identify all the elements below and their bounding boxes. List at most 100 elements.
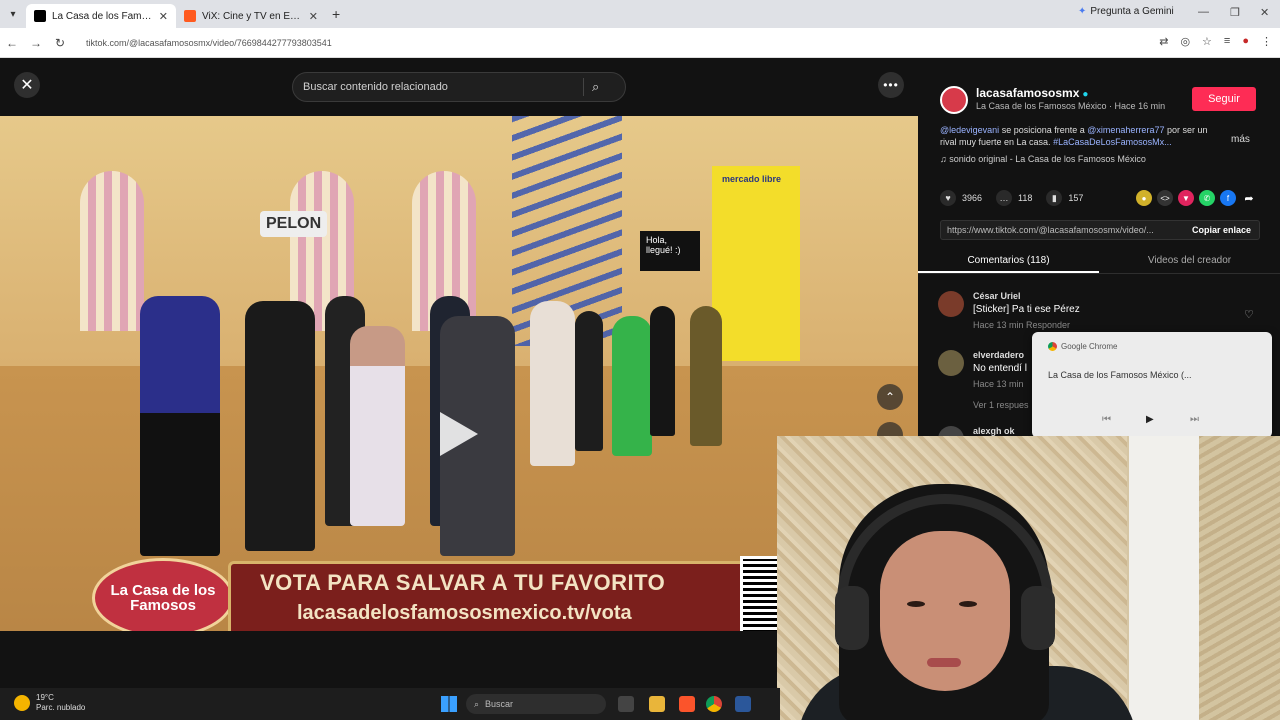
qr-code <box>740 556 780 631</box>
sponsor-board <box>712 166 800 361</box>
windows-start-icon[interactable] <box>441 696 457 712</box>
popup-app-name: Google Chrome <box>1061 342 1118 351</box>
translate-icon[interactable]: ⇄ <box>1159 35 1168 48</box>
more-options-button[interactable]: ••• <box>878 72 904 98</box>
contestant <box>140 296 220 556</box>
close-tab-icon[interactable]: ✕ <box>159 10 168 23</box>
send-icon[interactable]: ▼ <box>1178 190 1194 206</box>
commenter-name[interactable]: elverdadero <box>973 350 1024 360</box>
heart-icon[interactable]: ♥ <box>940 190 956 206</box>
gemini-button[interactable]: ✦ Pregunta a Gemini <box>1078 6 1174 17</box>
whatsapp-icon[interactable]: ✆ <box>1199 190 1215 206</box>
file-explorer-icon[interactable] <box>649 696 665 712</box>
back-icon[interactable]: ← <box>0 36 24 50</box>
commenter-name[interactable]: alexgh ok <box>973 426 1015 436</box>
menu-icon[interactable]: ⋮ <box>1261 35 1272 48</box>
pelon-sign: PELON <box>260 211 328 237</box>
facebook-icon[interactable]: f <box>1220 190 1236 206</box>
weather-condition: Parc. nublado <box>36 703 86 712</box>
search-icon[interactable]: ⌕ <box>592 79 599 95</box>
tab-search-icon[interactable]: ▾ <box>0 0 26 28</box>
comment-meta: Hace 13 min <box>973 379 1024 389</box>
tab-vix[interactable]: ViX: Cine y TV en Español ✕ <box>176 4 326 28</box>
sponsor-text: mercado libre <box>722 174 782 184</box>
contestant <box>650 306 675 436</box>
headphone-earcup <box>835 586 869 650</box>
previous-video-button[interactable]: ⌃ <box>877 384 903 410</box>
creator-subtitle: La Casa de los Famosos México · Hace 16 … <box>976 101 1166 111</box>
tab-tiktok[interactable]: La Casa de los Famosos Méx ✕ <box>26 4 176 28</box>
contestant <box>350 326 405 526</box>
mention-link[interactable]: @ximenaherrera77 <box>1087 125 1164 135</box>
search-divider <box>583 78 584 96</box>
chrome-taskbar-icon[interactable] <box>706 696 722 712</box>
play-pause-icon[interactable]: ▶ <box>1146 414 1154 425</box>
extensions-icon[interactable]: ≡ <box>1224 35 1230 48</box>
share-arrow-icon[interactable]: ➦ <box>1241 190 1257 206</box>
mention-link[interactable]: @ledevigevani <box>940 125 999 135</box>
related-search-input[interactable] <box>303 81 583 93</box>
commenter-avatar[interactable] <box>938 291 964 317</box>
gemini-icon: ✦ <box>1078 6 1087 17</box>
creator-username[interactable]: lacasafamososmx ● <box>976 86 1088 100</box>
more-caption-link[interactable]: más <box>1231 134 1250 145</box>
gemini-label: Pregunta a Gemini <box>1090 6 1174 17</box>
tab-creator-videos[interactable]: Videos del creador <box>1099 250 1280 273</box>
taskbar-search-placeholder: Buscar <box>485 699 514 709</box>
vix-favicon-icon <box>184 10 196 22</box>
comment-meta: Hace 13 min Responder <box>973 320 1071 330</box>
panel-tabs: Comentarios (118) Videos del creador <box>918 250 1280 274</box>
next-track-icon[interactable]: ⏭ <box>1190 414 1199 425</box>
tab-comments[interactable]: Comentarios (118) <box>918 250 1099 273</box>
close-window-icon[interactable]: ✕ <box>1260 6 1269 19</box>
weather-widget[interactable]: 19°C Parc. nublado <box>14 693 85 713</box>
weather-icon <box>14 695 30 711</box>
weather-text: 19°C Parc. nublado <box>36 693 85 713</box>
banner-headline: VOTA PARA SALVAR A TU FAVORITO <box>260 570 666 595</box>
close-viewer-button[interactable]: ✕ <box>14 72 40 98</box>
word-icon[interactable] <box>735 696 751 712</box>
video-caption: @ledevigevani se posiciona frente a @xim… <box>940 124 1225 148</box>
comment-icon[interactable]: … <box>996 190 1013 206</box>
copy-link-button[interactable]: Copiar enlace <box>1184 225 1259 235</box>
related-search-box[interactable]: ⌕ <box>292 72 626 102</box>
music-row[interactable]: ♫ sonido original - La Casa de los Famos… <box>940 154 1146 164</box>
bookmark-icon[interactable]: ▮ <box>1046 190 1063 206</box>
view-replies-link[interactable]: Ver 1 respues <box>973 400 1029 410</box>
comment-text: No entendí l <box>973 363 1027 374</box>
maximize-icon[interactable]: ❐ <box>1230 6 1240 19</box>
close-tab-icon[interactable]: ✕ <box>309 10 318 23</box>
reload-icon[interactable]: ↻ <box>48 36 72 50</box>
tiktok-favicon-icon <box>34 10 46 22</box>
contestant <box>612 316 652 456</box>
popup-media-title: La Casa de los Famosos México (... <box>1048 370 1192 380</box>
profile-icon[interactable]: ● <box>1242 35 1249 48</box>
url-field[interactable]: tiktok.com/@lacasafamososmx/video/766984… <box>86 38 332 48</box>
comment-text: [Sticker] Pa ti ese Pérez <box>973 304 1080 315</box>
new-tab-button[interactable]: + <box>332 6 340 22</box>
commenter-name[interactable]: César Uriel <box>973 291 1021 301</box>
task-view-icon[interactable] <box>618 696 634 712</box>
embed-icon[interactable]: <> <box>1157 190 1173 206</box>
play-icon[interactable] <box>440 412 478 456</box>
bookmark-star-icon[interactable]: ☆ <box>1202 35 1212 48</box>
creator-avatar[interactable] <box>940 86 968 114</box>
tab-title: ViX: Cine y TV en Español <box>202 10 303 22</box>
commenter-avatar[interactable] <box>938 350 964 376</box>
engagement-stats: ♥ 3966 … 118 ▮ 157 <box>940 190 1083 206</box>
forward-icon[interactable]: → <box>24 36 48 50</box>
show-logo: La Casa de los Famosos <box>92 558 234 631</box>
address-bar: ← → ↻ tiktok.com/@lacasafamososmx/video/… <box>0 28 1280 58</box>
minimize-icon[interactable]: — <box>1198 6 1209 18</box>
contestant <box>575 311 603 451</box>
comment-like-icon[interactable]: ♡ <box>1244 308 1254 321</box>
video-link[interactable]: https://www.tiktok.com/@lacasafamososmx/… <box>941 225 1184 235</box>
coin-icon[interactable]: ● <box>1136 190 1152 206</box>
hashtag-link[interactable]: #LaCasaDeLosFamososMx... <box>1053 137 1172 147</box>
tab-title: La Casa de los Famosos Méx <box>52 10 153 22</box>
follow-button[interactable]: Seguir <box>1192 87 1256 111</box>
eye-off-icon[interactable]: ◎ <box>1180 35 1190 48</box>
brave-icon[interactable] <box>679 696 695 712</box>
taskbar-search[interactable]: ⌕ Buscar <box>466 694 606 714</box>
previous-track-icon[interactable]: ⏮ <box>1102 414 1111 425</box>
